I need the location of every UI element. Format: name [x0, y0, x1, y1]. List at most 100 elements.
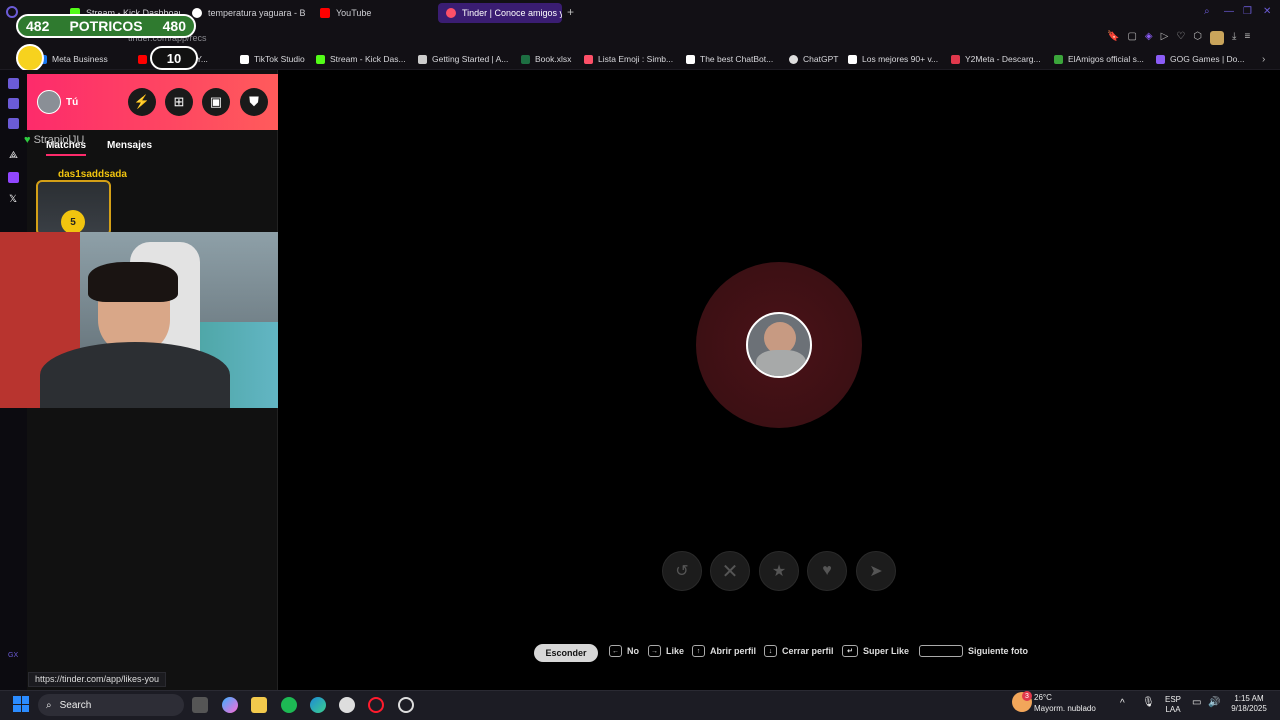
windows-start-icon[interactable] [13, 696, 29, 712]
weather-desc[interactable]: Mayorm. nublado [1034, 704, 1096, 713]
tab-youtube[interactable]: YouTube [312, 3, 432, 23]
match-name: das1saddsada [58, 169, 127, 180]
tinder-icon [446, 8, 456, 18]
user-label[interactable]: Tú [66, 97, 78, 108]
nope-button[interactable]: ✕ [710, 551, 750, 591]
taskbar-search[interactable]: ⌕ Search [38, 694, 184, 716]
player-icon[interactable] [8, 98, 19, 109]
snapshot-icon[interactable]: ▢ [1127, 31, 1136, 45]
more-bookmarks-icon[interactable]: › [1262, 54, 1265, 65]
tab-tinder[interactable]: Tinder | Conoce amigos y [438, 3, 562, 23]
bookmark-chatgpt[interactable]: ChatGPT [789, 54, 838, 64]
heart-icon: ♥ [822, 562, 832, 579]
opera-logo-icon[interactable] [6, 6, 18, 18]
shortcut-like: → Like [648, 645, 684, 657]
stream-counter: 482 POTRICOS 480 [16, 14, 196, 38]
chatgpt-icon [789, 54, 798, 64]
rewind-button[interactable]: ↺ [662, 551, 702, 591]
bookmark-gog[interactable]: GOG Games | Do... [1156, 54, 1244, 64]
spacebar-key-icon [919, 645, 963, 657]
shortcut-next-photo: Siguiente foto [919, 645, 1028, 657]
extensions-icon[interactable]: ⬡ [1193, 31, 1202, 45]
shortcut-close-profile: ↓ Cerrar perfil [764, 645, 834, 657]
explore-icon[interactable]: ⊞ [165, 88, 193, 116]
play-icon[interactable]: ▷ [1161, 31, 1169, 45]
close-icon: ✕ [721, 560, 739, 583]
volume-icon[interactable]: 🔊 [1208, 697, 1220, 708]
shortcut-open-profile: ↑ Abrir perfil [692, 645, 756, 657]
tiktok-rail-icon[interactable]: ⟁ [9, 150, 18, 161]
new-tab-button[interactable]: + [567, 5, 574, 19]
arrow-right-icon: → [648, 645, 661, 657]
boost-icon[interactable]: ⚡ [128, 88, 156, 116]
youtube-icon [138, 54, 147, 64]
tab-temperatura[interactable]: temperatura yaguara - Bu [184, 3, 306, 23]
search-icon: ⌕ [46, 699, 52, 711]
obs-icon[interactable] [398, 697, 414, 713]
download-icon[interactable]: ⤓ [1232, 31, 1236, 45]
gx-icon[interactable]: GX [8, 652, 18, 659]
webcam-overlay [0, 232, 312, 408]
messenger-icon[interactable] [8, 118, 19, 129]
heart-icon[interactable]: ♡ [1176, 31, 1185, 45]
clock[interactable]: 1:15 AM 9/18/2025 [1222, 694, 1276, 714]
shield-safety-icon[interactable]: ⛊ [240, 88, 268, 116]
close-icon[interactable]: ✕ [1263, 6, 1271, 17]
y2meta-icon [951, 54, 960, 64]
file-explorer-icon[interactable] [251, 697, 267, 713]
shortcut-super-like: ↵ Super Like [842, 645, 909, 657]
shortcut-no: ← No [609, 645, 639, 657]
twitch-icon[interactable] [8, 172, 19, 183]
tab-messages[interactable]: Mensajes [107, 140, 152, 151]
tray-chevron-icon[interactable]: ^ [1120, 698, 1125, 709]
bookmark-tiktok[interactable]: TikTok Studio [240, 54, 305, 64]
edge-icon[interactable] [310, 697, 326, 713]
bookmark-icon[interactable]: 🔖 [1107, 31, 1119, 45]
bookmark-book[interactable]: Book.xlsx [521, 54, 571, 64]
language-indicator[interactable]: ESP LAA [1162, 695, 1184, 715]
like-button[interactable]: ♥ [807, 551, 847, 591]
profile-avatar [746, 312, 812, 378]
weather-temp[interactable]: 26°C [1034, 693, 1052, 702]
avatar[interactable] [37, 90, 61, 114]
menu-icon[interactable]: ≡ [1244, 31, 1250, 45]
arrow-down-icon: ↓ [764, 645, 777, 657]
bookmark-emoji[interactable]: Lista Emoji : Simb... [584, 54, 673, 64]
bookmark-meta[interactable]: Meta Business [38, 54, 108, 64]
excel-icon [521, 54, 530, 64]
chatgpt-app-icon[interactable] [339, 697, 355, 713]
streamer-tag: ♥ StrapiolJU [24, 134, 85, 146]
superlike-button[interactable]: ★ [759, 551, 799, 591]
send-icon: ➤ [869, 563, 883, 580]
boost-button[interactable]: ➤ [856, 551, 896, 591]
aria-icon[interactable] [8, 78, 19, 89]
network-icon[interactable]: ▭ [1192, 697, 1201, 708]
toolbar-icons: 🔖 ▢ ◈ ▷ ♡ ⬡ ⤓ ≡ [1107, 31, 1250, 45]
bookmark-getting-started[interactable]: Getting Started | A... [418, 54, 508, 64]
google-icon [192, 8, 202, 18]
copilot-icon[interactable] [222, 697, 238, 713]
weather-badge: 3 [1022, 691, 1032, 701]
shirt [40, 342, 230, 408]
briefcase-icon[interactable]: ▣ [202, 88, 230, 116]
task-view-icon[interactable] [192, 697, 208, 713]
bookmark-kick[interactable]: Stream - Kick Das... [316, 54, 406, 64]
opera-gx-icon[interactable] [368, 697, 384, 713]
bookmark-elamigos[interactable]: ElAmigos official s... [1054, 54, 1144, 64]
microphone-icon[interactable]: 🎙 [1142, 697, 1155, 708]
profile-avatar-icon[interactable] [1210, 31, 1225, 45]
hide-shortcuts-button[interactable]: Esconder [534, 644, 598, 662]
spotify-icon[interactable] [281, 697, 297, 713]
minimize-icon[interactable]: — [1224, 6, 1234, 17]
x-twitter-icon[interactable]: 𝕏 [9, 194, 17, 205]
rewind-icon: ↺ [675, 563, 689, 580]
arrow-up-icon: ↑ [692, 645, 705, 657]
shield-icon[interactable]: ◈ [1145, 31, 1153, 45]
bookmark-y2meta[interactable]: Y2Meta - Descarg... [951, 54, 1041, 64]
maximize-icon[interactable]: ❐ [1243, 6, 1252, 17]
bookmark-chatbot[interactable]: The best ChatBot... [686, 54, 773, 64]
overlay-small-count: 10 [150, 46, 198, 70]
bookmark-mejores[interactable]: Los mejores 90+ v... [848, 54, 938, 64]
hair [88, 262, 178, 302]
search-tabs-icon[interactable]: ⌕ [1204, 6, 1210, 17]
